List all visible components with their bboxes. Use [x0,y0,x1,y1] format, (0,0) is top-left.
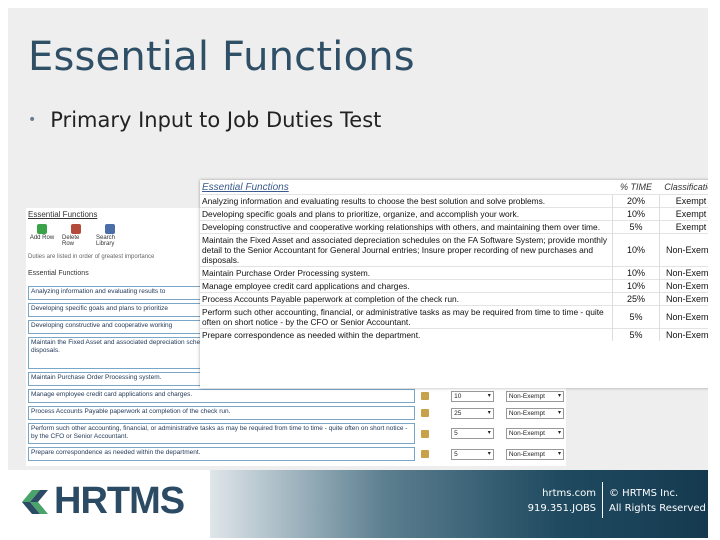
table-row: Developing specific goals and plans to p… [200,207,708,221]
search-library-button[interactable]: Search Library [96,224,124,247]
duty-cell: Developing specific goals and plans to p… [200,207,613,221]
classification-cell: Exempt [659,194,708,208]
duty-cell: Process Accounts Payable paperwork at co… [200,292,613,306]
classification-select[interactable]: Non-Exempt [505,448,565,460]
classification-cell: Exempt [659,207,708,221]
table-row: Manage employee credit card applications… [200,279,708,293]
bullet-icon: • [28,112,37,128]
table-row: Perform such other accounting, financial… [200,305,708,329]
add-icon [37,224,47,234]
form-row: Process Accounts Payable paperwork at co… [28,406,565,420]
essential-functions-table: Essential Functions % TIME Classificatio… [200,180,708,341]
add-row-button[interactable]: Add Row [28,224,56,247]
duty-input[interactable]: Prepare correspondence as needed within … [28,447,416,461]
duty-cell: Developing constructive and cooperative … [200,220,613,234]
classification-cell: Non-Exempt [659,328,708,341]
delete-icon [71,224,81,234]
percent-cell: 10% [612,266,660,280]
logo-mark-icon [22,489,48,514]
edit-icon[interactable] [421,392,430,400]
percent-cell: 25% [612,292,660,306]
form-note: Duties are listed in order of greatest i… [28,254,155,260]
form-row: Perform such other accounting, financial… [28,423,565,444]
percent-cell: 20% [612,194,660,208]
percent-cell: 10% [612,233,660,267]
bullet-point: • Primary Input to Job Duties Test [28,108,381,132]
form-row: Manage employee credit card applications… [28,389,565,403]
form-toolbar: Add Row Delete Row Search Library [28,224,124,247]
logo-text: HRTMS [54,480,185,522]
classification-cell: Non-Exempt [659,292,708,306]
duty-input[interactable]: Perform such other accounting, financial… [28,423,416,444]
table-row: Maintain the Fixed Asset and associated … [200,233,708,267]
column-header-classification: Classification [664,182,708,192]
duty-cell: Maintain Purchase Order Processing syste… [200,266,613,280]
hrtms-logo: HRTMS [18,480,185,523]
copyright-text: © HRTMS Inc. [609,488,679,499]
table-title: Essential Functions [202,181,289,193]
table-row: Developing constructive and cooperative … [200,220,708,234]
edit-icon[interactable] [421,429,430,438]
table-row: Process Accounts Payable paperwork at co… [200,292,708,306]
percent-cell: 5% [612,305,660,329]
classification-cell: Non-Exempt [659,305,708,329]
contact-info: hrtms.com 919.351.JOBS [518,486,596,516]
percent-cell: 10% [612,207,660,221]
percent-select[interactable]: 25 [451,407,494,419]
slide: Essential Functions • Primary Input to J… [8,8,708,538]
form-row: Prepare correspondence as needed within … [28,447,565,461]
classification-cell: Non-Exempt [659,266,708,280]
duty-input[interactable]: Process Accounts Payable paperwork at co… [28,406,416,420]
duty-cell: Perform such other accounting, financial… [200,305,613,329]
phone-number: 919.351.JOBS [527,503,596,514]
column-header-percent-time: % TIME [619,182,652,192]
website-link[interactable]: hrtms.com [518,486,596,501]
footer: HRTMS hrtms.com 919.351.JOBS © HRTMS Inc… [8,470,708,538]
duty-cell: Maintain the Fixed Asset and associated … [200,233,613,267]
classification-cell: Exempt [659,220,708,234]
percent-cell: 5% [612,328,660,341]
essential-functions-table-panel: Essential Functions % TIME Classificatio… [200,180,708,388]
form-section-label: Essential Functions [28,270,89,277]
edit-icon[interactable] [421,450,430,458]
percent-cell: 5% [612,220,660,234]
percent-cell: 10% [612,279,660,293]
table-header-row: Essential Functions % TIME Classificatio… [200,180,708,195]
slide-title: Essential Functions [28,34,415,80]
footer-divider [602,482,603,518]
classification-select[interactable]: Non-Exempt [505,390,565,402]
table-row: Analyzing information and evaluating res… [200,194,708,208]
edit-icon[interactable] [421,409,430,417]
percent-select[interactable]: 10 [451,390,494,402]
duty-cell: Manage employee credit card applications… [200,279,613,293]
classification-cell: Non-Exempt [659,279,708,293]
duty-input[interactable]: Manage employee credit card applications… [28,389,416,403]
table-row: Prepare correspondence as needed within … [200,328,708,341]
table-row: Maintain Purchase Order Processing syste… [200,266,708,280]
duty-cell: Analyzing information and evaluating res… [200,194,613,208]
library-icon [105,224,115,234]
delete-row-button[interactable]: Delete Row [62,224,90,247]
copyright-info: © HRTMS Inc. All Rights Reserved [609,486,706,516]
classification-select[interactable]: Non-Exempt [505,407,565,419]
percent-select[interactable]: 5 [451,448,494,460]
classification-select[interactable]: Non-Exempt [505,428,565,439]
classification-cell: Non-Exempt [659,233,708,267]
duty-cell: Prepare correspondence as needed within … [200,328,613,341]
form-title: Essential Functions [28,210,98,219]
rights-text: All Rights Reserved [609,503,706,514]
percent-select[interactable]: 5 [451,428,494,439]
bullet-text: Primary Input to Job Duties Test [50,108,382,132]
